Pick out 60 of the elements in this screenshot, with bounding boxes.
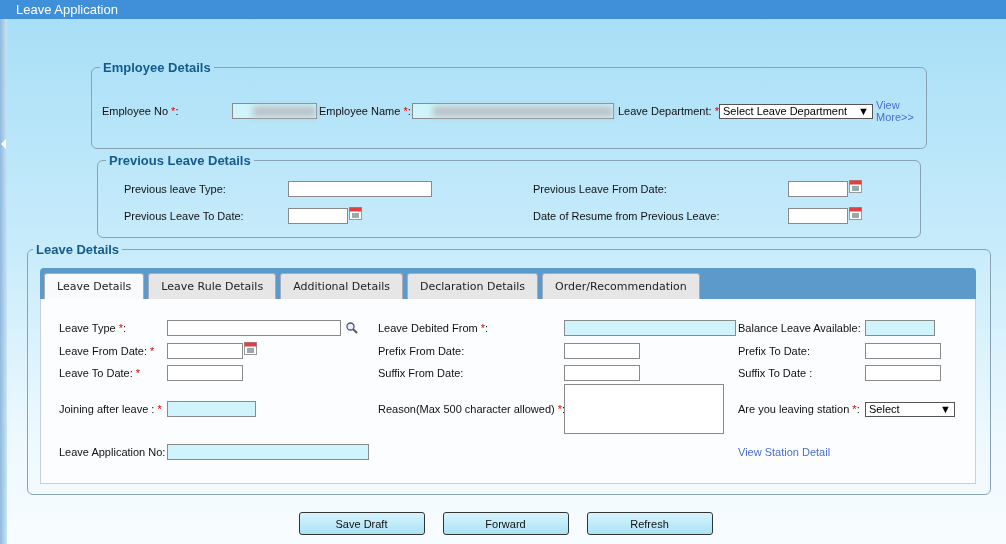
field-label: Reason(Max 500 character allowed) *: xyxy=(378,403,566,415)
tab[interactable]: Order/Recommendation xyxy=(542,273,700,299)
field-label: Employee Name *: xyxy=(319,105,412,117)
section-title: Employee Details xyxy=(102,60,212,75)
calendar-icon[interactable] xyxy=(849,205,862,220)
input-field[interactable] xyxy=(288,180,432,197)
input-field[interactable] xyxy=(865,320,935,336)
action-button[interactable]: Save Draft xyxy=(298,512,425,535)
date-field[interactable] xyxy=(788,180,848,197)
search-icon[interactable] xyxy=(346,322,358,334)
view-more-link[interactable]: View More>> xyxy=(876,99,918,123)
input-field[interactable] xyxy=(167,320,341,336)
tab[interactable]: Leave Details xyxy=(44,273,145,299)
input-field[interactable] xyxy=(167,444,369,460)
input-field[interactable] xyxy=(167,365,243,381)
field-label: Employee No *: xyxy=(102,105,180,117)
field-label: Suffix To Date : xyxy=(738,367,813,379)
field-label: Suffix From Date: xyxy=(378,367,464,379)
dropdown[interactable]: Select ▼ xyxy=(865,401,955,417)
calendar-icon[interactable] xyxy=(244,340,257,355)
action-button[interactable]: Forward xyxy=(442,512,569,535)
text-area[interactable] xyxy=(564,384,724,434)
date-field[interactable] xyxy=(288,207,348,224)
field-label: Leave To Date: * xyxy=(59,367,141,379)
dropdown[interactable]: Select Leave Department ▼ xyxy=(719,103,873,119)
field-label: Date of Resume from Previous Leave: xyxy=(533,209,721,222)
calendar-icon[interactable] xyxy=(849,178,862,193)
action-button[interactable]: Refresh xyxy=(586,512,713,535)
date-field[interactable] xyxy=(167,342,243,359)
field-label: Prefix From Date: xyxy=(378,344,465,357)
field-label: Joining after leave : * xyxy=(59,403,162,415)
calendar-icon[interactable] xyxy=(349,205,362,220)
field-label: Leave From Date: * xyxy=(59,344,155,357)
window-title: Leave Application xyxy=(0,0,1006,19)
input-field[interactable] xyxy=(412,103,614,119)
tab[interactable]: Declaration Details xyxy=(407,273,539,299)
view-station-link[interactable]: View Station Detail xyxy=(738,446,831,458)
field-label: Previous leave Type: xyxy=(124,182,227,195)
input-field[interactable] xyxy=(865,365,941,381)
field-label: Previous Leave From Date: xyxy=(533,182,668,195)
field-label: Leave Type *: xyxy=(59,322,127,334)
date-field[interactable] xyxy=(788,207,848,224)
field-label: Previous Leave To Date: xyxy=(124,209,245,222)
field-label: Leave Department: * xyxy=(618,105,719,117)
collapse-arrow-icon[interactable] xyxy=(1,139,7,149)
input-field[interactable] xyxy=(865,342,941,359)
field-label: Are you leaving station *: xyxy=(738,403,860,415)
field-label: Balance Leave Available: xyxy=(738,322,861,334)
tab[interactable]: Leave Rule Details xyxy=(148,273,277,299)
input-field[interactable] xyxy=(564,365,640,381)
input-field[interactable] xyxy=(167,401,256,417)
section-title: Leave Details xyxy=(35,242,121,257)
input-field[interactable] xyxy=(232,103,317,119)
field-label: Prefix To Date: xyxy=(738,344,810,357)
tab[interactable]: Additional Details xyxy=(280,273,403,299)
section-title: Previous Leave Details xyxy=(108,153,252,168)
field-label: Leave Application No: xyxy=(59,446,166,458)
field-label: Leave Debited From *: xyxy=(378,322,489,334)
input-field[interactable] xyxy=(564,342,640,359)
input-field[interactable] xyxy=(564,320,736,336)
